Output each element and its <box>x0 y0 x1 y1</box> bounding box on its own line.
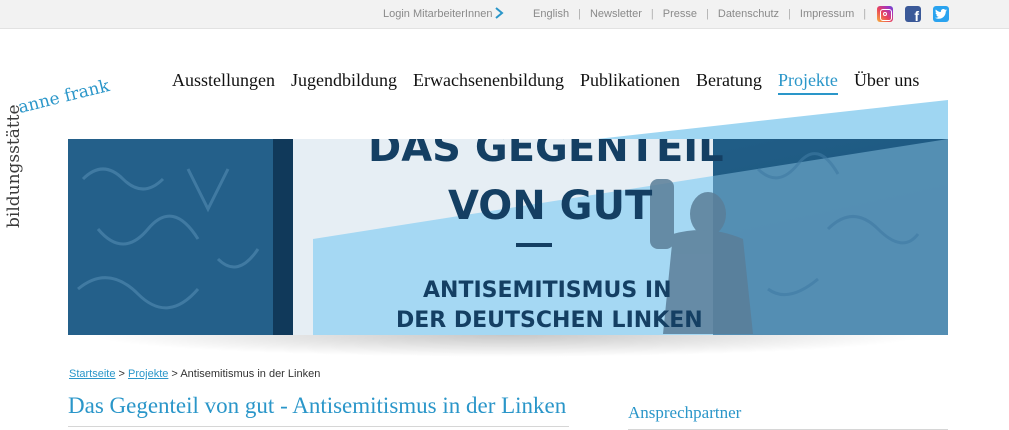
hero-line-1: DAS GEGENTEIL <box>368 139 724 171</box>
twitter-icon[interactable] <box>933 6 949 22</box>
separator: | <box>788 8 791 20</box>
breadcrumb-home-link[interactable]: Startseite <box>69 368 115 380</box>
nav-item-publikationen[interactable]: Publikationen <box>580 70 680 95</box>
nav-item-projekte[interactable]: Projekte <box>777 70 838 95</box>
breadcrumb: Startseite > Projekte > Antisemitismus i… <box>69 368 320 380</box>
instagram-icon[interactable] <box>877 6 893 22</box>
hero-decor-wedge <box>588 100 948 140</box>
sidebar-contact-heading: Ansprechpartner <box>628 403 948 430</box>
hero-line-2: VON GUT <box>448 183 653 229</box>
presse-link[interactable]: Presse <box>663 8 697 20</box>
hero-line-4: DER DEUTSCHEN LINKEN <box>396 308 703 333</box>
separator: | <box>650 8 654 20</box>
newsletter-link[interactable]: Newsletter <box>590 8 642 20</box>
hero-banner: DAS GEGENTEIL VON GUT ANTISEMITISMUS IN … <box>68 139 948 335</box>
nav-item-ueber-uns[interactable]: Über uns <box>854 70 920 95</box>
hero-divider <box>516 243 552 247</box>
facebook-icon[interactable]: f <box>905 6 921 24</box>
breadcrumb-separator: > <box>115 368 129 380</box>
separator: | <box>578 8 581 20</box>
logo-line-bildungsstaette: bildungsstätte <box>4 104 24 228</box>
login-staff-link[interactable]: Login MitarbeiterInnen <box>383 8 492 20</box>
impressum-link[interactable]: Impressum <box>800 8 854 20</box>
breadcrumb-current: Antisemitismus in der Linken <box>180 368 321 380</box>
breadcrumb-separator: > <box>168 368 181 380</box>
separator: | <box>863 8 867 20</box>
breadcrumb-projekte-link[interactable]: Projekte <box>128 368 168 380</box>
nav-item-erwachsenenbildung[interactable]: Erwachsenenbildung <box>413 70 564 95</box>
nav-item-jugendbildung[interactable]: Jugendbildung <box>291 70 397 95</box>
page-title: Das Gegenteil von gut - Antisemitismus i… <box>68 393 569 427</box>
nav-item-beratung[interactable]: Beratung <box>696 70 762 95</box>
hero-shadow <box>88 335 928 357</box>
top-utility-bar: Login MitarbeiterInnen English | Newslet… <box>0 0 1009 29</box>
chevron-right-icon[interactable] <box>493 6 505 20</box>
datenschutz-link[interactable]: Datenschutz <box>718 8 779 20</box>
top-links: English | Newsletter | Presse | Datensch… <box>533 8 875 20</box>
separator: | <box>706 8 709 20</box>
main-navigation: Ausstellungen Jugendbildung Erwachsenenb… <box>172 70 919 95</box>
nav-item-ausstellungen[interactable]: Ausstellungen <box>172 70 275 95</box>
hero-line-3: ANTISEMITISMUS IN <box>423 278 671 303</box>
english-link[interactable]: English <box>533 8 569 20</box>
